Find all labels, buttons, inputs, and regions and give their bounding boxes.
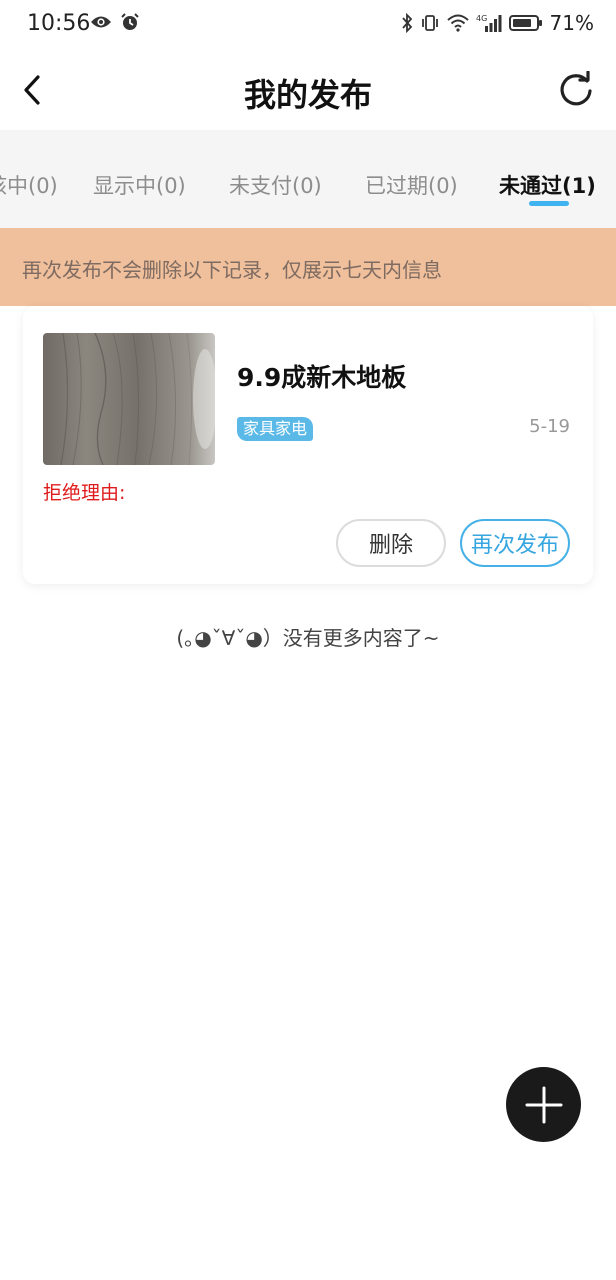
category-tag: 家具家电 bbox=[237, 417, 314, 441]
status-right: 4G 71% bbox=[401, 11, 594, 35]
alarm-icon bbox=[121, 13, 139, 30]
tab-unpaid[interactable]: 未支付(0) bbox=[229, 170, 322, 200]
listing-title: 9.9成新木地板 bbox=[237, 363, 407, 392]
add-post-button[interactable] bbox=[506, 1067, 581, 1142]
page-title: 我的发布 bbox=[243, 76, 372, 114]
tab-rejected[interactable]: 未通过(1) bbox=[499, 170, 596, 200]
tab-showing[interactable]: 显示中(0) bbox=[93, 170, 186, 200]
status-time: 10:56 bbox=[27, 11, 91, 36]
status-tabs: 核中(0) 显示中(0) 未支付(0) 已过期(0) 未通过(1) bbox=[0, 130, 616, 228]
status-bar: 10:56 4G 71% bbox=[0, 0, 616, 50]
notice-text: 再次发布不会删除以下记录，仅展示七天内信息 bbox=[22, 258, 442, 282]
my-posts-page: 10:56 4G 71% 我的发布 中(0) 显示中(0) 未支付(0) 已过期… bbox=[0, 0, 616, 1280]
signal-icon: 4G bbox=[476, 14, 502, 32]
no-more-content-text: (｡◕ˇ∀ˇ◕）没有更多内容了~ bbox=[176, 626, 440, 650]
refresh-icon bbox=[560, 71, 592, 106]
tab-reviewing[interactable]: 核中(0) bbox=[0, 170, 58, 200]
bluetooth-icon bbox=[401, 13, 412, 33]
listing-date: 5-19 bbox=[529, 416, 570, 437]
svg-text:4G: 4G bbox=[476, 14, 487, 23]
delete-button[interactable]: 删除 bbox=[336, 519, 446, 567]
republish-button[interactable]: 再次发布 bbox=[460, 519, 570, 567]
plus-icon bbox=[525, 1086, 562, 1123]
wifi-icon bbox=[446, 14, 469, 32]
active-tab-indicator bbox=[529, 201, 569, 206]
status-left-icons bbox=[90, 12, 140, 32]
battery-icon bbox=[508, 15, 542, 31]
reject-reason-label: 拒绝理由: bbox=[43, 482, 126, 504]
notice-banner: 再次发布不会删除以下记录，仅展示七天内信息 bbox=[0, 228, 616, 306]
refresh-button[interactable] bbox=[554, 68, 598, 112]
vibrate-icon bbox=[421, 15, 438, 31]
app-header: 我的发布 bbox=[0, 50, 616, 130]
eye-icon bbox=[91, 16, 111, 28]
tab-expired[interactable]: 已过期(0) bbox=[365, 170, 458, 200]
listing-card[interactable]: 9.9成新木地板 家具家电 5-19 拒绝理由: 删除 再次发布 bbox=[23, 306, 593, 584]
battery-percent: 71% bbox=[549, 11, 594, 35]
wood-floor-image bbox=[43, 333, 215, 465]
listing-thumbnail[interactable] bbox=[43, 333, 215, 465]
